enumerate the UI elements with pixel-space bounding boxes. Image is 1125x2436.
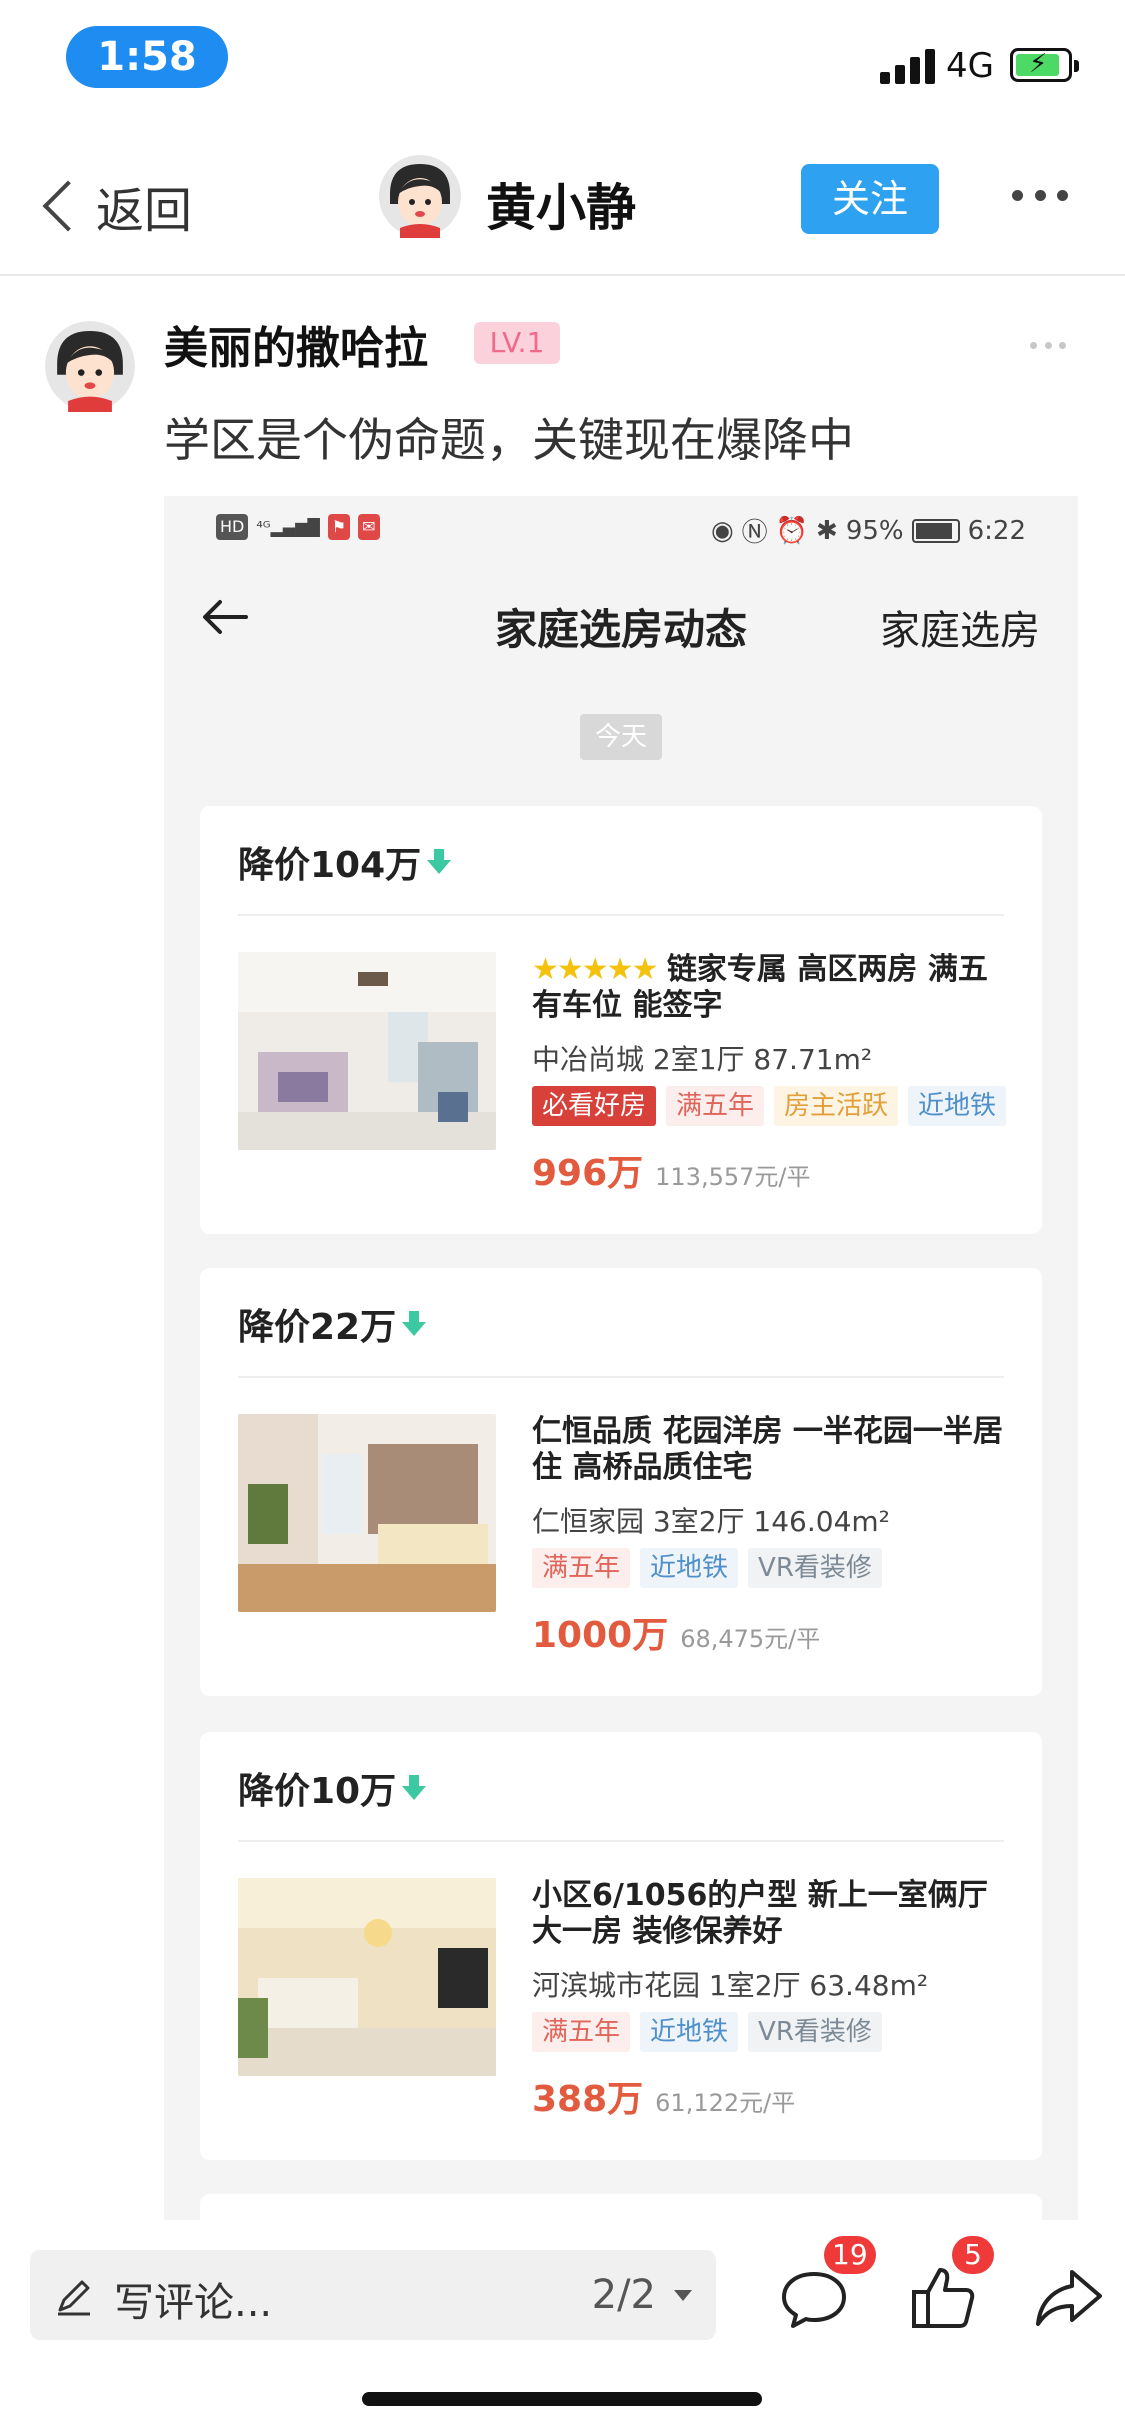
price-drop-header: 降价104万 (238, 836, 452, 888)
more-icon[interactable] (1012, 190, 1068, 204)
listing-tags: 满五年 近地铁 VR看装修 (532, 2012, 882, 2052)
author-name[interactable]: 黄小静 (486, 168, 636, 240)
listing-photo (238, 1414, 496, 1612)
back-label: 返回 (96, 183, 193, 239)
listing-card: 降价10万 小区6/1056的户型 新上一室俩厅大一房 装修保养好 河滨城市花园… (200, 1732, 1042, 2160)
pencil-icon (58, 2280, 90, 2316)
post-more-icon[interactable] (1030, 342, 1066, 350)
price-drop-label: 降价104万 (238, 845, 422, 886)
comment-input[interactable]: 写评论... 2/2 (30, 2250, 716, 2340)
card-divider (238, 1840, 1004, 1842)
embedded-battery-icon (911, 518, 960, 543)
listing-tags: 必看好房 满五年 房主活跃 近地铁 (532, 1086, 1007, 1126)
status-bar: 1:58 4G ⚡ (0, 0, 1125, 130)
listing-tags: 满五年 近地铁 VR看装修 (532, 1548, 882, 1588)
dropdown-caret-icon[interactable] (674, 2290, 692, 2301)
card-divider (238, 1376, 1004, 1378)
listing-subtitle: 河滨城市花园 1室2厅 63.48m² (532, 1969, 929, 2002)
listing-unit-price: 113,557元/平 (655, 1163, 811, 1191)
listing-unit-price: 68,475元/平 (680, 1625, 821, 1653)
alarm-icon: ⏰ (775, 515, 809, 546)
embedded-header: 家庭选房动态 家庭选房 (164, 562, 1078, 672)
listing-card: 降价22万 仁恒品质 花园洋房 一半花园一半居住 高桥品质住宅 仁恒家园 3室2… (200, 1268, 1042, 1696)
post-text: 学区是个伪命题，关键现在爆降中 (164, 413, 854, 467)
tag: 近地铁 (640, 2012, 739, 2052)
card-divider (238, 914, 1004, 916)
listing-title: 仁恒品质 花园洋房 一半花园一半居住 高桥品质住宅 (532, 1414, 1003, 1485)
listing-subtitle: 中冶尚城 2室1厅 87.71m² (532, 1043, 873, 1076)
price-row: 996万 113,557元/平 (532, 1144, 811, 1196)
listing-card: 降价104万 ★★★★★ 链家专属 高区两房 满五 有车位 能签字 中冶尚城 2… (200, 806, 1042, 1234)
status-time: 1:58 (66, 26, 228, 88)
back-chevron-icon (42, 180, 94, 232)
back-button[interactable]: 返回 (36, 170, 192, 242)
price-row: 388万 61,122元/平 (532, 2070, 795, 2122)
tag: 满五年 (532, 1548, 631, 1588)
listing-photo (238, 952, 496, 1150)
listing-price: 996万 (532, 1153, 644, 1194)
tag: 房主活跃 (774, 1086, 899, 1126)
network-type: 4G (946, 46, 994, 86)
page-indicator[interactable]: 2/2 (592, 2272, 656, 2318)
listing-title: ★★★★★ 链家专属 高区两房 满五 有车位 能签字 (532, 952, 1012, 1024)
listing-photo (238, 1878, 496, 2076)
share-icon[interactable] (1032, 2262, 1104, 2334)
tag: 满五年 (666, 1086, 765, 1126)
poster-name[interactable]: 美丽的撒哈拉 (164, 312, 428, 376)
embedded-time: 6:22 (967, 515, 1026, 546)
price-drop-header: 降价22万 (238, 1298, 427, 1350)
down-arrow-icon (402, 1311, 427, 1337)
date-chip: 今天 (580, 714, 662, 760)
price-drop-header: 降价10万 (238, 1762, 427, 1814)
embedded-signal-icon: ⁴ᴳ▂▄▆█ (256, 517, 320, 537)
home-indicator (362, 2392, 762, 2406)
tag: 满五年 (532, 2012, 631, 2052)
listing-price: 388万 (532, 2079, 644, 2120)
listing-card-partial (200, 2194, 1042, 2220)
down-arrow-icon (402, 1775, 427, 1801)
down-arrow-icon (427, 849, 452, 875)
tag: 近地铁 (640, 1548, 739, 1588)
embedded-status-bar: HD ⁴ᴳ▂▄▆█ ⚑ ✉ ◉ Ⓝ ⏰ ✱ 95% 6:22 (164, 496, 1078, 562)
nfc-icon: Ⓝ (741, 518, 768, 548)
comment-placeholder: 写评论... (114, 2280, 273, 2326)
listing-price: 1000万 (532, 1615, 669, 1656)
tag: VR看装修 (748, 1548, 882, 1588)
price-drop-label: 降价22万 (238, 1307, 397, 1348)
price-row: 1000万 68,475元/平 (532, 1606, 820, 1658)
listing-subtitle: 仁恒家园 3室2厅 146.04m² (532, 1505, 890, 1538)
eye-icon: ◉ (710, 515, 734, 546)
level-badge: LV.1 (474, 322, 560, 364)
rating-stars: ★★★★★ (532, 952, 658, 987)
embedded-right-link: 家庭选房 (880, 608, 1040, 654)
embedded-battery-percent: 95% (845, 515, 904, 546)
poster-avatar[interactable] (44, 320, 136, 412)
battery-icon: ⚡ (1010, 48, 1079, 82)
price-drop-label: 降价10万 (238, 1771, 397, 1812)
tag: 近地铁 (908, 1086, 1007, 1126)
follow-button[interactable]: 关注 (801, 164, 939, 234)
listing-title: 小区6/1056的户型 新上一室俩厅大一房 装修保养好 (532, 1878, 988, 1949)
post-image[interactable]: HD ⁴ᴳ▂▄▆█ ⚑ ✉ ◉ Ⓝ ⏰ ✱ 95% 6:22 家庭选房动态 家庭… (164, 496, 1078, 2220)
tag: VR看装修 (748, 2012, 882, 2052)
author-avatar[interactable] (378, 154, 462, 238)
tag: 必看好房 (532, 1086, 657, 1126)
listing-unit-price: 61,122元/平 (655, 2089, 796, 2117)
signal-icon (880, 48, 936, 84)
top-nav: 返回 黄小静 关注 (0, 130, 1125, 276)
like-count-badge: 5 (952, 2236, 994, 2274)
bluetooth-icon: ✱ (816, 515, 838, 546)
comment-count-badge: 19 (824, 2236, 876, 2274)
